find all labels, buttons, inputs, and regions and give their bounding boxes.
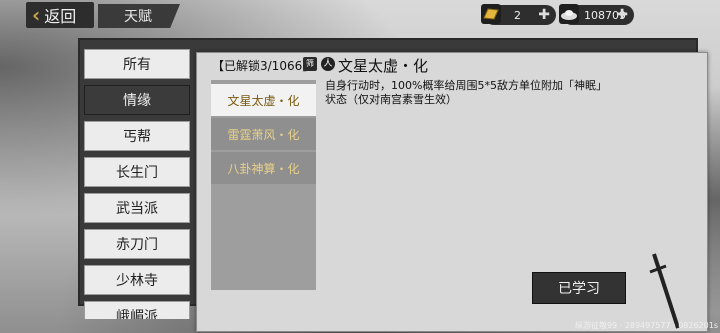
category-item[interactable]: 武当派 bbox=[84, 193, 190, 223]
talent-item-active[interactable]: 文星太虚・化 bbox=[211, 84, 316, 116]
category-item-active[interactable]: 情缘 bbox=[84, 85, 190, 115]
talent-label: 雷霆萧风・化 bbox=[227, 127, 300, 142]
gold-value: 2 bbox=[514, 8, 521, 22]
sword-decoration-icon bbox=[649, 253, 680, 329]
category-item[interactable]: 赤刀门 bbox=[84, 229, 190, 259]
top-bar: ‹ 返回 天赋 2 ✚ 108709 ✚ bbox=[0, 0, 720, 32]
silver-counter: 108709 ✚ bbox=[559, 4, 634, 25]
category-item[interactable]: 长生门 bbox=[84, 157, 190, 187]
talent-item[interactable]: 雷霆萧风・化 bbox=[211, 118, 316, 150]
category-item[interactable]: 少林寺 bbox=[84, 265, 190, 295]
person-icon: 人 bbox=[321, 57, 335, 71]
chevron-left-icon: ‹ bbox=[32, 3, 41, 27]
category-item[interactable]: 所有 bbox=[84, 49, 190, 79]
page-title: 天赋 bbox=[98, 4, 180, 28]
category-item[interactable]: 丐帮 bbox=[84, 121, 190, 151]
gold-counter: 2 ✚ bbox=[481, 4, 556, 25]
category-list: 所有 情缘 丐帮 长生门 武当派 赤刀门 少林寺 峨嵋派 bbox=[84, 49, 192, 319]
talent-title: 文星太虚・化 bbox=[338, 57, 429, 75]
talent-list: 文星太虚・化 雷霆萧风・化 八卦神算・化 bbox=[211, 80, 316, 290]
back-label: 返回 bbox=[44, 7, 77, 26]
unlock-count: 【已解锁3/1066】 bbox=[212, 59, 315, 73]
talent-label: 文星太虚・化 bbox=[227, 93, 300, 108]
gold-ingot-icon bbox=[481, 4, 501, 24]
add-gold-icon[interactable]: ✚ bbox=[538, 7, 550, 23]
talent-item[interactable]: 八卦神算・化 bbox=[211, 152, 316, 184]
footer-note: 纵游征敬99 · 289497577 · 0826201s bbox=[574, 321, 718, 330]
talent-description: 自身行动时，100%概率给周围5*5敌方单位附加「神眠」状态（仅对南宫素雪生效） bbox=[325, 79, 607, 106]
talent-label: 八卦神算・化 bbox=[227, 161, 300, 176]
add-silver-icon[interactable]: ✚ bbox=[616, 7, 628, 23]
learned-button[interactable]: 已学习 bbox=[532, 272, 626, 304]
back-button[interactable]: ‹ 返回 bbox=[26, 2, 94, 28]
silver-ingot-icon bbox=[559, 4, 579, 24]
category-item[interactable]: 峨嵋派 bbox=[84, 301, 190, 319]
filter-icon[interactable]: 筛 bbox=[303, 57, 317, 71]
